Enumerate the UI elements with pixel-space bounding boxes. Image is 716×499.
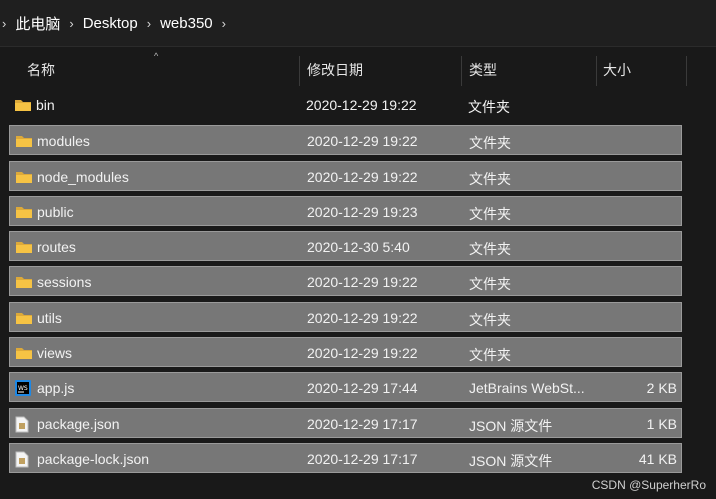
column-divider[interactable] bbox=[686, 56, 687, 86]
file-name: modules bbox=[37, 133, 90, 150]
file-row[interactable]: utils 2020-12-29 19:22 文件夹 bbox=[9, 301, 682, 332]
file-row[interactable]: bin 2020-12-29 19:22 文件夹 bbox=[9, 90, 682, 120]
column-divider[interactable] bbox=[596, 56, 597, 86]
file-type: 文件夹 bbox=[468, 99, 510, 115]
breadcrumb: › 此电脑 › Desktop › web350 › bbox=[0, 0, 716, 47]
column-header-size[interactable]: 大小 bbox=[603, 52, 631, 88]
file-row[interactable]: modules 2020-12-29 19:22 文件夹 bbox=[9, 125, 682, 156]
file-date: 2020-12-30 5:40 bbox=[307, 239, 410, 256]
file-name: app.js bbox=[37, 380, 75, 397]
file-type: 文件夹 bbox=[469, 347, 511, 364]
file-size: 1 KB bbox=[646, 415, 677, 432]
file-type: 文件夹 bbox=[469, 241, 511, 258]
column-divider[interactable] bbox=[461, 56, 462, 86]
file-name: node_modules bbox=[37, 168, 129, 185]
breadcrumb-item-this-pc[interactable]: 此电脑 bbox=[15, 13, 60, 34]
folder-icon bbox=[14, 97, 32, 113]
file-date: 2020-12-29 17:17 bbox=[307, 450, 418, 467]
file-date: 2020-12-29 19:23 bbox=[307, 203, 418, 220]
breadcrumb-chevron-icon[interactable]: › bbox=[147, 16, 151, 31]
file-row[interactable]: package-lock.json 2020-12-29 17:17 JSON 源文… bbox=[9, 442, 682, 473]
file-row[interactable]: routes 2020-12-30 5:40 文件夹 bbox=[9, 231, 682, 262]
webstorm-file-icon: WS bbox=[15, 380, 33, 397]
file-date: 2020-12-29 19:22 bbox=[306, 97, 417, 113]
file-type: 文件夹 bbox=[469, 276, 511, 293]
folder-icon bbox=[15, 345, 33, 361]
column-header-name[interactable]: 名称 bbox=[27, 52, 55, 88]
file-type: 文件夹 bbox=[469, 205, 511, 222]
breadcrumb-chevron-icon[interactable]: › bbox=[222, 16, 226, 31]
file-row[interactable]: sessions 2020-12-29 19:22 文件夹 bbox=[9, 266, 682, 297]
file-name: bin bbox=[36, 97, 55, 113]
file-row[interactable]: node_modules 2020-12-29 19:22 文件夹 bbox=[9, 160, 682, 191]
file-type: JSON 源文件 bbox=[469, 452, 553, 469]
file-size: 2 KB bbox=[646, 380, 677, 397]
file-size: 41 KB bbox=[638, 450, 677, 467]
sort-arrow-icon: ^ bbox=[154, 51, 159, 61]
file-type: 文件夹 bbox=[469, 135, 511, 152]
file-row[interactable]: views 2020-12-29 19:22 文件夹 bbox=[9, 337, 682, 368]
file-row[interactable]: public 2020-12-29 19:23 文件夹 bbox=[9, 195, 682, 226]
json-file-icon bbox=[15, 451, 33, 468]
folder-icon bbox=[15, 239, 33, 255]
file-row[interactable]: WS app.js 2020-12-29 17:44 JetBrains WebSt.… bbox=[9, 372, 682, 403]
file-list: bin 2020-12-29 19:22 文件夹 modules 2020-12-29 … bbox=[9, 90, 683, 478]
file-name: routes bbox=[37, 239, 76, 256]
breadcrumb-item-web350[interactable]: web350 bbox=[160, 15, 213, 32]
file-date: 2020-12-29 19:22 bbox=[307, 168, 418, 185]
file-date: 2020-12-29 17:44 bbox=[307, 380, 418, 397]
folder-icon bbox=[15, 274, 33, 290]
file-name: package.json bbox=[37, 415, 120, 432]
folder-icon bbox=[15, 204, 33, 220]
file-name: package-lock.json bbox=[37, 450, 150, 467]
column-header-type[interactable]: 类型 bbox=[469, 52, 497, 88]
column-header: ^ 名称 修改日期 类型 大小 bbox=[0, 51, 716, 88]
breadcrumb-item-desktop[interactable]: Desktop bbox=[83, 15, 138, 32]
file-name: views bbox=[37, 345, 73, 362]
file-date: 2020-12-29 19:22 bbox=[307, 345, 418, 362]
file-type: JSON 源文件 bbox=[469, 417, 553, 434]
breadcrumb-chevron-icon[interactable]: › bbox=[2, 16, 6, 31]
file-type: JetBrains WebSt... bbox=[469, 380, 585, 397]
breadcrumb-chevron-icon[interactable]: › bbox=[69, 16, 73, 31]
folder-icon bbox=[15, 133, 33, 149]
file-type: 文件夹 bbox=[469, 311, 511, 328]
column-divider[interactable] bbox=[299, 56, 300, 86]
file-date: 2020-12-29 19:22 bbox=[307, 133, 418, 150]
column-header-date[interactable]: 修改日期 bbox=[307, 52, 363, 88]
file-name: sessions bbox=[37, 274, 92, 291]
file-date: 2020-12-29 19:22 bbox=[307, 274, 418, 291]
watermark: CSDN @SuperherRo bbox=[591, 478, 706, 492]
json-file-icon bbox=[15, 416, 33, 433]
svg-text:WS: WS bbox=[18, 385, 28, 392]
file-row[interactable]: package.json 2020-12-29 17:17 JSON 源文件 1 KB bbox=[9, 407, 682, 438]
file-date: 2020-12-29 19:22 bbox=[307, 309, 418, 326]
folder-icon bbox=[15, 310, 33, 326]
file-name: public bbox=[37, 203, 74, 220]
file-date: 2020-12-29 17:17 bbox=[307, 415, 418, 432]
file-type: 文件夹 bbox=[469, 170, 511, 187]
folder-icon bbox=[15, 169, 33, 185]
file-name: utils bbox=[37, 309, 62, 326]
